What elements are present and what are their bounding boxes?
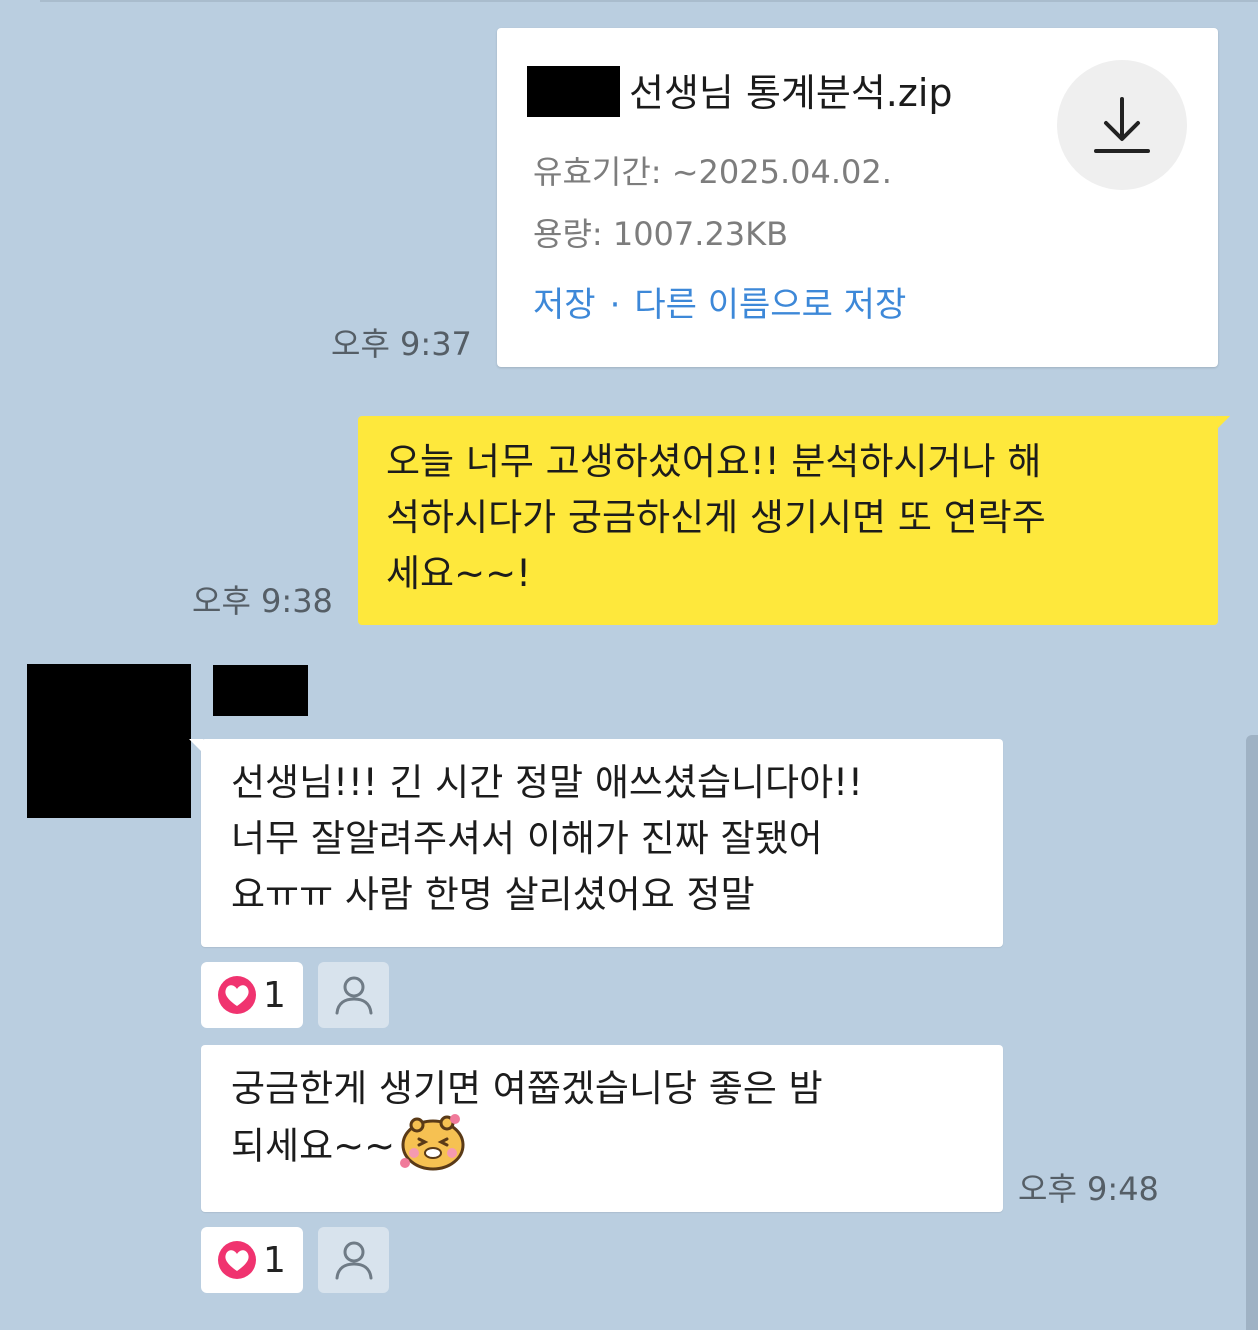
heart-reaction-button[interactable]: 1 xyxy=(201,962,303,1028)
file-actions: 저장 · 다른 이름으로 저장 xyxy=(533,284,906,326)
message-line: 선생님!!! 긴 시간 정말 애쓰셨습니다아!! xyxy=(231,761,863,804)
file-size: 용량: 1007.23KB xyxy=(533,215,789,253)
message-line: 너무 잘알려주셔서 이해가 진짜 잘됐어 xyxy=(231,817,823,860)
my-message-bubble[interactable]: 오늘 너무 고생하셨어요!! 분석하시거나 해 석하시다가 궁금하신게 생기시면… xyxy=(358,416,1230,625)
separator: · xyxy=(609,285,621,325)
message-line: 궁금한게 생기면 여쭙겠습니당 좋은 밤 xyxy=(231,1067,823,1110)
avatar[interactable] xyxy=(27,664,191,818)
their-message-bubble[interactable]: 선생님!!! 긴 시간 정말 애쓰셨습니다아!! 너무 잘알려주셔서 이해가 진… xyxy=(189,739,1003,947)
message-line-with-emoji: 되세요~~ xyxy=(231,1114,979,1179)
save-as-link[interactable]: 다른 이름으로 저장 xyxy=(634,285,906,325)
download-icon xyxy=(1094,97,1150,153)
message-line: 오늘 너무 고생하셨어요!! 분석하시거나 해 xyxy=(386,440,1042,483)
download-button[interactable] xyxy=(1057,60,1187,190)
reaction-count: 1 xyxy=(263,1239,286,1281)
message-line: 요ㅠㅠ 사람 한명 살리셨어요 정말 xyxy=(231,873,755,916)
message-line: 석하시다가 궁금하신게 생기시면 또 연락주 xyxy=(386,496,1046,539)
top-divider xyxy=(40,0,1258,2)
bubble-tail xyxy=(189,739,203,753)
heart-icon xyxy=(218,976,256,1014)
message-line: 세요~~! xyxy=(386,552,531,595)
redacted-name xyxy=(527,66,620,117)
emoji-sticker xyxy=(400,1114,465,1171)
file-name: 선생님 통계분석.zip xyxy=(629,71,953,115)
bubble-tail xyxy=(1216,416,1230,430)
reaction-users-button[interactable] xyxy=(318,1227,389,1293)
sender-name xyxy=(213,665,308,716)
person-icon xyxy=(335,1241,372,1280)
their-message-bubble[interactable]: 궁금한게 생기면 여쭙겠습니당 좋은 밤 되세요~~ xyxy=(201,1045,1003,1212)
heart-reaction-button[interactable]: 1 xyxy=(201,1227,303,1293)
person-icon xyxy=(335,976,372,1015)
scrollbar[interactable] xyxy=(1246,735,1258,1330)
message-time: 오후 9:38 xyxy=(192,582,333,620)
file-expiry: 유효기간: ~2025.04.02. xyxy=(533,153,892,191)
reaction-users-button[interactable] xyxy=(318,962,389,1028)
message-time: 오후 9:48 xyxy=(1018,1170,1159,1208)
message-line: 되세요~~ xyxy=(231,1124,396,1168)
save-link[interactable]: 저장 xyxy=(533,285,596,325)
message-time: 오후 9:37 xyxy=(331,325,472,363)
file-message-card[interactable]: 선생님 통계분석.zip 유효기간: ~2025.04.02. 용량: 1007… xyxy=(497,28,1218,367)
heart-icon xyxy=(218,1241,256,1279)
reaction-count: 1 xyxy=(263,974,286,1016)
